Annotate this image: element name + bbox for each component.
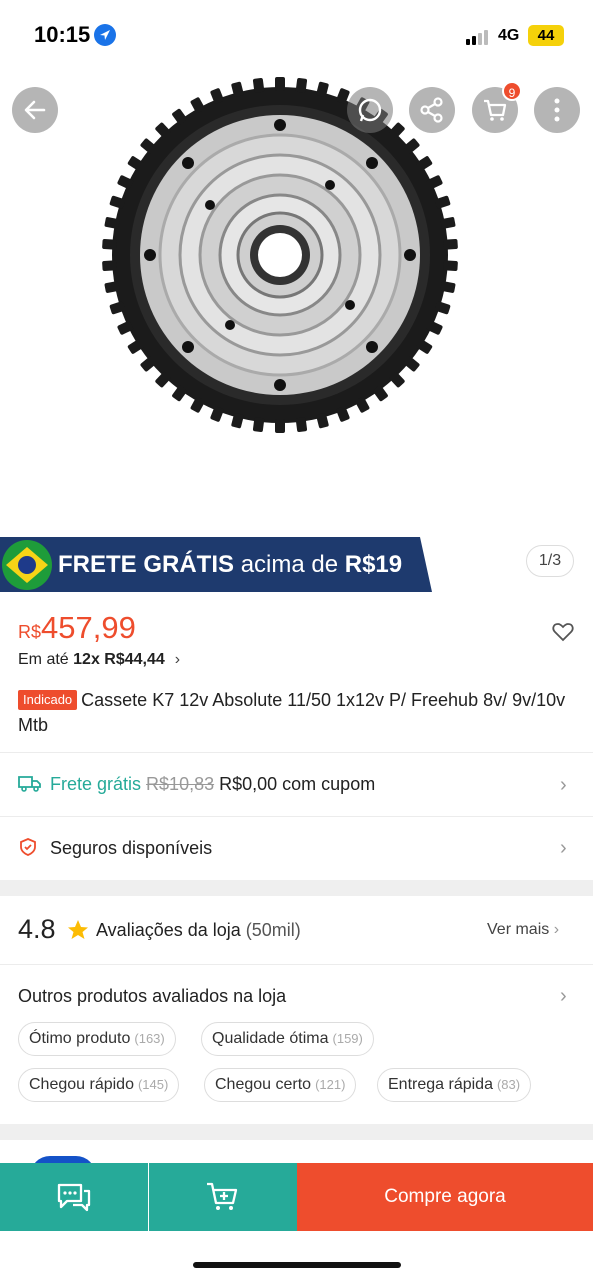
add-to-cart-button[interactable] [149,1163,297,1231]
see-more-link[interactable]: Ver mais › [487,921,559,939]
product-title: Cassete K7 12v Absolute 11/50 1x12v P/ F… [18,690,566,735]
whatsapp-icon [358,98,382,122]
section-gap [0,880,593,896]
review-chip[interactable]: Entrega rápida (83) [377,1068,532,1102]
cart-badge: 9 [502,81,522,101]
image-counter: 1/3 [526,545,574,577]
section-gap [0,1124,593,1140]
brazil-flag-icon [2,540,52,590]
review-chip[interactable]: Chegou rápido (145) [18,1068,180,1102]
truck-icon [18,776,41,792]
whatsapp-button[interactable] [347,87,393,133]
other-products-title: Outros produtos avaliados na loja [18,986,287,1006]
shipping-row[interactable]: Frete grátis R$10,83 R$0,00 com cupom [18,774,375,795]
back-icon [24,100,46,120]
star-icon [68,920,88,939]
review-chip[interactable]: Qualidade ótima (159) [201,1022,374,1056]
product-title-row: Indicado Cassete K7 12v Absolute 11/50 1x… [18,688,578,738]
chevron-right-icon[interactable]: › [560,837,567,860]
review-chip[interactable]: Ótimo produto (163) [18,1022,176,1056]
signal-icon [466,30,488,45]
share-button[interactable] [409,87,455,133]
chat-icon [57,1183,91,1212]
home-indicator [193,1262,401,1268]
add-to-cart-icon [207,1182,238,1210]
location-arrow-icon [94,24,116,46]
chevron-right-icon[interactable]: › [560,985,567,1008]
divider [0,752,593,753]
recommended-tag: Indicado [18,690,78,710]
store-rating-score: 4.8 [18,914,56,944]
buy-now-button[interactable]: Compre agora [297,1163,593,1231]
product-image [102,77,458,433]
more-icon [554,98,560,122]
divider [0,816,593,817]
cart-icon [484,99,507,121]
price: R$457,99 [18,610,136,645]
share-icon [420,97,443,123]
free-shipping-text: FRETE GRÁTIS acima de R$19 [58,551,403,578]
shield-icon [20,838,36,856]
insurance-row[interactable]: Seguros disponíveis [18,837,212,859]
network-label: 4G [498,27,520,44]
chevron-right-icon: › [174,651,181,668]
chevron-right-icon[interactable]: › [560,774,567,797]
cart-button[interactable]: 9 [472,81,522,133]
review-chip[interactable]: Chegou certo (121) [204,1068,357,1102]
heart-icon[interactable] [552,622,574,642]
bottom-action-bar: Compre agora [0,1163,593,1231]
back-button[interactable] [12,87,58,133]
more-options-button[interactable] [534,87,580,133]
divider [0,964,593,965]
status-time: 10:15 [34,22,91,47]
installments[interactable]: Em até 12x R$44,44 › [18,651,180,669]
battery-indicator: 44 [528,25,564,46]
product-image-area[interactable]: 9 [0,70,593,535]
status-bar: 10:15 4G 44 [0,0,593,70]
chat-button[interactable] [0,1163,148,1231]
store-rating-label: Avaliações da loja (50mil) [96,920,301,940]
